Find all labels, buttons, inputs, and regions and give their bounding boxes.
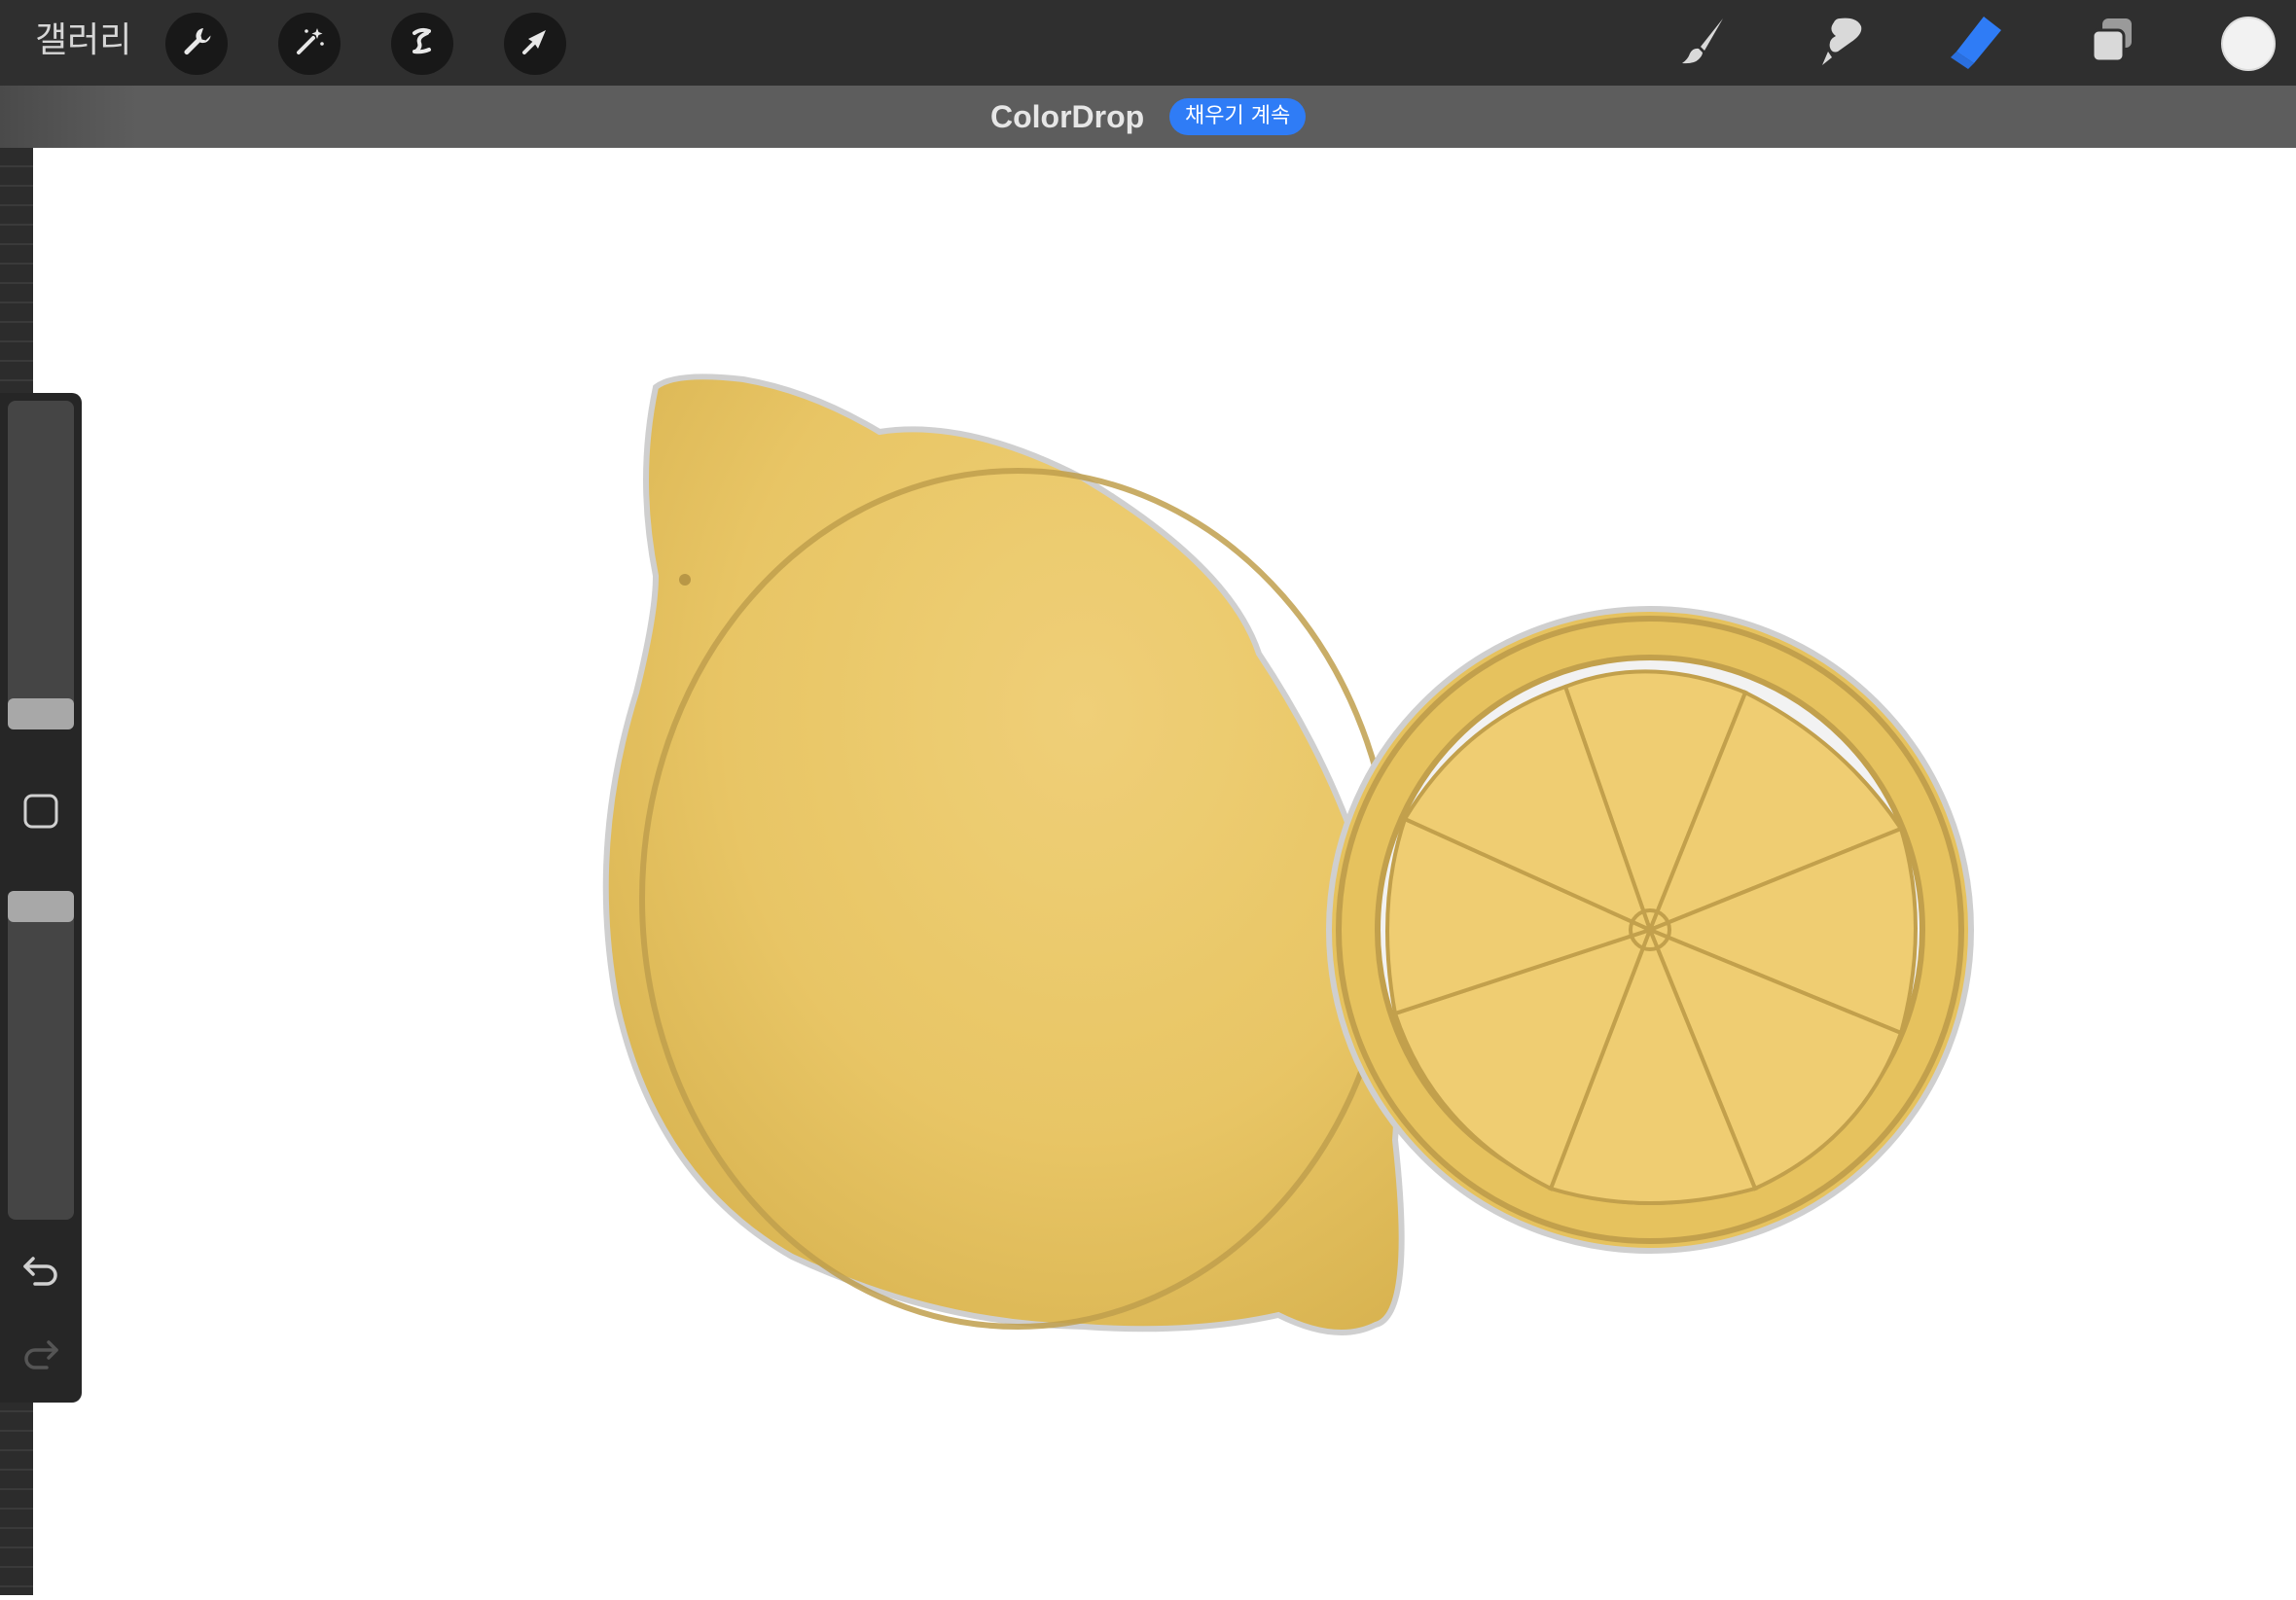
- layers-icon: [2083, 13, 2141, 76]
- actions-button[interactable]: [165, 13, 228, 75]
- smudge-icon: [1811, 13, 1869, 76]
- eraser-icon: [1947, 13, 2005, 76]
- smudge-tool-button[interactable]: [1810, 14, 1870, 74]
- brush-opacity-slider[interactable]: [8, 891, 74, 1220]
- adjustments-button[interactable]: [278, 13, 341, 75]
- lemon-slice: [1326, 606, 1974, 1254]
- color-picker-button[interactable]: [2221, 17, 2276, 71]
- left-sidebar: [0, 393, 82, 1403]
- paint-tool-button[interactable]: [1673, 14, 1734, 74]
- redo-icon: [19, 1340, 62, 1379]
- status-title: ColorDrop: [990, 99, 1145, 134]
- selection-icon: [403, 22, 442, 66]
- brush-icon: [1674, 13, 1733, 76]
- transform-button[interactable]: [504, 13, 566, 75]
- lemon-illustration: [602, 373, 1974, 1335]
- whole-lemon: [602, 373, 1405, 1335]
- status-bar: ColorDrop 채우기 계속: [0, 86, 2296, 148]
- brush-size-slider[interactable]: [8, 401, 74, 714]
- top-toolbar: 갤러리: [0, 0, 2296, 86]
- brush-size-slider-thumb[interactable]: [8, 698, 74, 729]
- undo-icon: [19, 1257, 62, 1296]
- transform-arrow-icon: [516, 22, 555, 66]
- erase-tool-button[interactable]: [1946, 14, 2006, 74]
- gallery-button[interactable]: 갤러리: [35, 18, 131, 64]
- continue-fill-badge[interactable]: 채우기 계속: [1169, 98, 1307, 135]
- drawing-canvas[interactable]: [33, 148, 2296, 1595]
- wrench-icon: [177, 22, 216, 66]
- brush-opacity-slider-thumb[interactable]: [8, 891, 74, 922]
- magic-wand-icon: [290, 22, 329, 66]
- selection-button[interactable]: [391, 13, 453, 75]
- layers-button[interactable]: [2082, 14, 2142, 74]
- modify-button[interactable]: [21, 792, 60, 831]
- undo-button[interactable]: [19, 1249, 62, 1292]
- redo-button[interactable]: [19, 1333, 62, 1375]
- square-modify-icon: [21, 794, 60, 835]
